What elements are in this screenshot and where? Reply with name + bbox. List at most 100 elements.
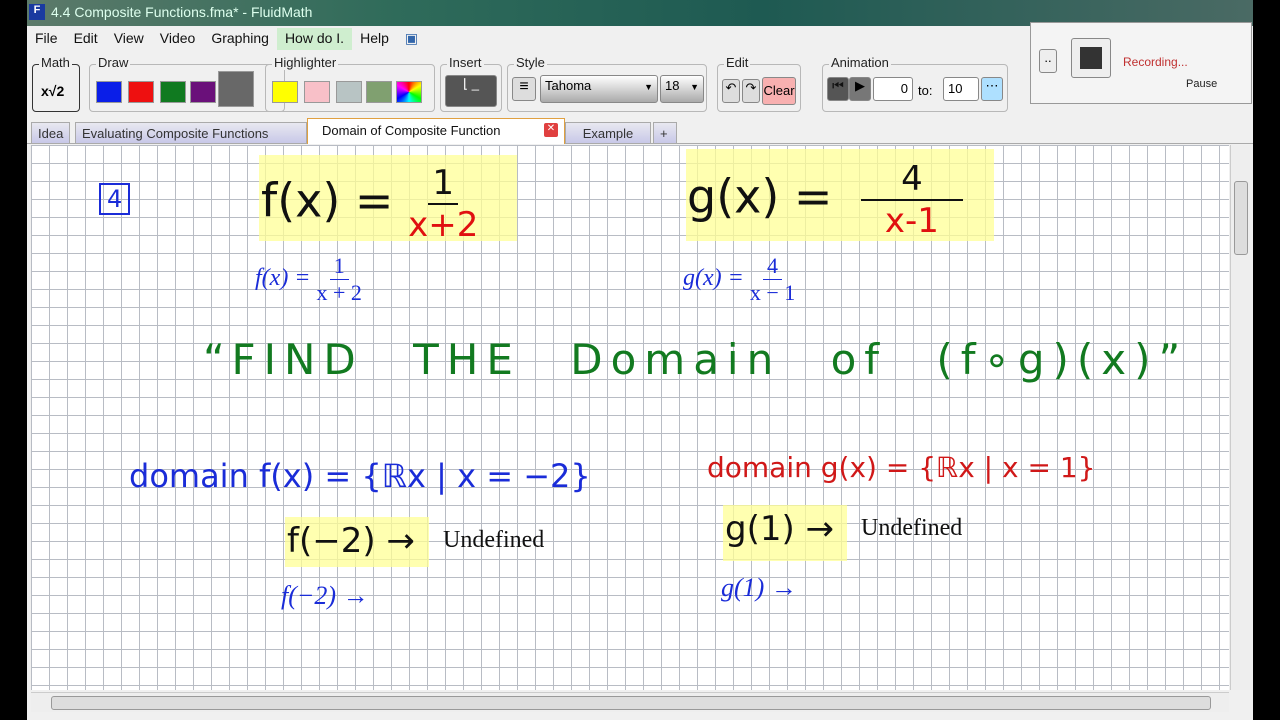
- g-den: x-1: [884, 201, 939, 241]
- drawing-canvas[interactable]: 4 f(x) = 1 x+2 g(x) = 4 x-1 f(x) = 1x + 2 …: [31, 145, 1229, 690]
- draw-label: Draw: [96, 55, 131, 70]
- insert-button[interactable]: ⌊ _: [445, 75, 497, 107]
- f-eval-typed: f(−2) →: [281, 581, 369, 610]
- anim-to-input[interactable]: 10: [943, 77, 979, 101]
- menu-video[interactable]: Video: [152, 28, 204, 50]
- window-title: 4.4 Composite Functions.fma* - FluidMath: [51, 4, 313, 20]
- menu-file[interactable]: File: [27, 28, 66, 50]
- g-typed: g(x) = 4x − 1: [683, 253, 795, 306]
- domain-f: domain f(x) = {ℝx | x = −2}: [129, 457, 591, 495]
- g-eval-typed: g(1) →: [721, 573, 797, 602]
- f-eval-result: Undefined: [443, 527, 545, 553]
- problem-number: 4: [99, 183, 131, 215]
- menu-bar: File Edit View Video Graphing How do I. …: [27, 28, 426, 50]
- draw-red[interactable]: [128, 81, 154, 103]
- f-lhs: f(x) =: [261, 173, 394, 228]
- f-typed-den: x + 2: [316, 280, 362, 305]
- chevron-down-icon: ▼: [644, 82, 653, 92]
- draw-blue[interactable]: [96, 81, 122, 103]
- math-label: Math: [39, 55, 72, 70]
- color-picker-icon[interactable]: [396, 81, 422, 103]
- scroll-thumb[interactable]: [51, 696, 1211, 710]
- anim-to-label: to:: [918, 83, 933, 98]
- tab-label: Domain of Composite Function: [322, 123, 501, 138]
- scroll-thumb[interactable]: [1234, 181, 1248, 255]
- font-size-select[interactable]: 18 ▼: [660, 75, 704, 103]
- tab-bar: Idea Evaluating Composite Functions Doma…: [27, 118, 1253, 144]
- insert-group: Insert ⌊ _: [440, 55, 502, 112]
- style-group: Style ≡ Tahoma ▼ 18 ▼: [507, 55, 707, 112]
- pause-button[interactable]: Pause: [1186, 78, 1217, 90]
- math-button[interactable]: x√2: [41, 83, 64, 99]
- add-tab-button[interactable]: +: [653, 122, 677, 144]
- highlighter-pink[interactable]: [304, 81, 330, 103]
- menu-view[interactable]: View: [106, 28, 152, 50]
- draw-group: Draw: [89, 55, 285, 112]
- more-button[interactable]: ..: [1039, 49, 1057, 73]
- animation-label: Animation: [829, 55, 891, 70]
- screen-icon[interactable]: ▣: [397, 28, 426, 50]
- redo-button[interactable]: ↷: [742, 79, 760, 103]
- stop-icon: [1080, 47, 1102, 69]
- anim-settings-button[interactable]: ⋯: [981, 77, 1003, 101]
- f-typed-num: 1: [329, 253, 349, 280]
- g-typed-den: x − 1: [749, 280, 796, 305]
- g-lhs: g(x) =: [687, 169, 833, 224]
- draw-gray[interactable]: [218, 71, 254, 107]
- menu-help[interactable]: Help: [352, 28, 397, 50]
- domain-g: domain g(x) = {ℝx | x = 1}: [707, 451, 1096, 484]
- highlighter-green[interactable]: [366, 81, 392, 103]
- tab-idea[interactable]: Idea: [31, 122, 71, 144]
- question-text: “FIND THE Domain of (f∘g)(x)”: [203, 335, 1189, 384]
- horizontal-scrollbar[interactable]: [31, 692, 1229, 712]
- app-icon: F: [29, 4, 45, 20]
- menu-edit[interactable]: Edit: [66, 28, 106, 50]
- highlighter-yellow[interactable]: [272, 81, 298, 103]
- edit-label: Edit: [724, 55, 751, 70]
- f-handwritten: f(x) = 1 x+2: [261, 163, 478, 245]
- play-button[interactable]: ▶: [849, 77, 871, 101]
- f-den: x+2: [408, 205, 479, 245]
- recording-status: Recording...: [1123, 55, 1188, 69]
- font-select[interactable]: Tahoma ▼: [540, 75, 658, 103]
- tab-domain-of-composite-function[interactable]: Domain of Composite Function ✕: [307, 118, 565, 144]
- math-group: Math x√2: [32, 55, 80, 112]
- g-eval-handwritten: g(1) →: [725, 509, 835, 549]
- font-value: Tahoma: [545, 78, 592, 93]
- f-eval-handwritten: f(−2) →: [287, 521, 415, 561]
- highlighter-group: Highlighter: [265, 55, 435, 112]
- chevron-down-icon: ▼: [690, 82, 699, 92]
- edit-group: Edit ↶ ↷ Clear: [717, 55, 801, 112]
- highlighter-gray[interactable]: [336, 81, 362, 103]
- menu-how-do-i[interactable]: How do I.: [276, 28, 353, 50]
- draw-green[interactable]: [160, 81, 186, 103]
- recording-panel: .. Recording... Pause: [1030, 22, 1252, 104]
- highlighter-label: Highlighter: [272, 55, 339, 70]
- g-num: 4: [861, 159, 963, 201]
- style-label: Style: [514, 55, 547, 70]
- menu-graphing[interactable]: Graphing: [203, 28, 277, 50]
- f-num: 1: [428, 163, 459, 205]
- f-typed: f(x) = 1x + 2: [255, 253, 362, 306]
- rewind-button[interactable]: ⏮: [827, 77, 849, 101]
- vertical-scrollbar[interactable]: [1230, 145, 1250, 690]
- g-typed-lhs: g(x) =: [683, 265, 744, 292]
- f-typed-lhs: f(x) =: [255, 265, 311, 292]
- draw-purple[interactable]: [190, 81, 216, 103]
- close-tab-icon[interactable]: ✕: [544, 123, 558, 137]
- insert-label: Insert: [447, 55, 484, 70]
- font-size-value: 18: [665, 78, 680, 93]
- line-style-icon[interactable]: ≡: [512, 77, 536, 101]
- anim-from-input[interactable]: 0: [873, 77, 913, 101]
- toolbar: Math x√2 Draw Highlighter Insert ⌊ _ Sty…: [27, 55, 1027, 116]
- fluidmath-window: F 4.4 Composite Functions.fma* - FluidMa…: [27, 0, 1253, 720]
- undo-button[interactable]: ↶: [722, 79, 740, 103]
- g-typed-num: 4: [763, 253, 783, 280]
- animation-group: Animation ⏮ ▶ 0 to: 10 ⋯: [822, 55, 1008, 112]
- clear-button[interactable]: Clear: [762, 77, 796, 105]
- g-handwritten: g(x) = 4 x-1: [687, 159, 963, 241]
- g-eval-result: Undefined: [861, 515, 963, 541]
- tab-example[interactable]: Example: [565, 122, 651, 144]
- tab-evaluating-composite-functions[interactable]: Evaluating Composite Functions: [75, 122, 307, 144]
- stop-button[interactable]: [1071, 38, 1111, 78]
